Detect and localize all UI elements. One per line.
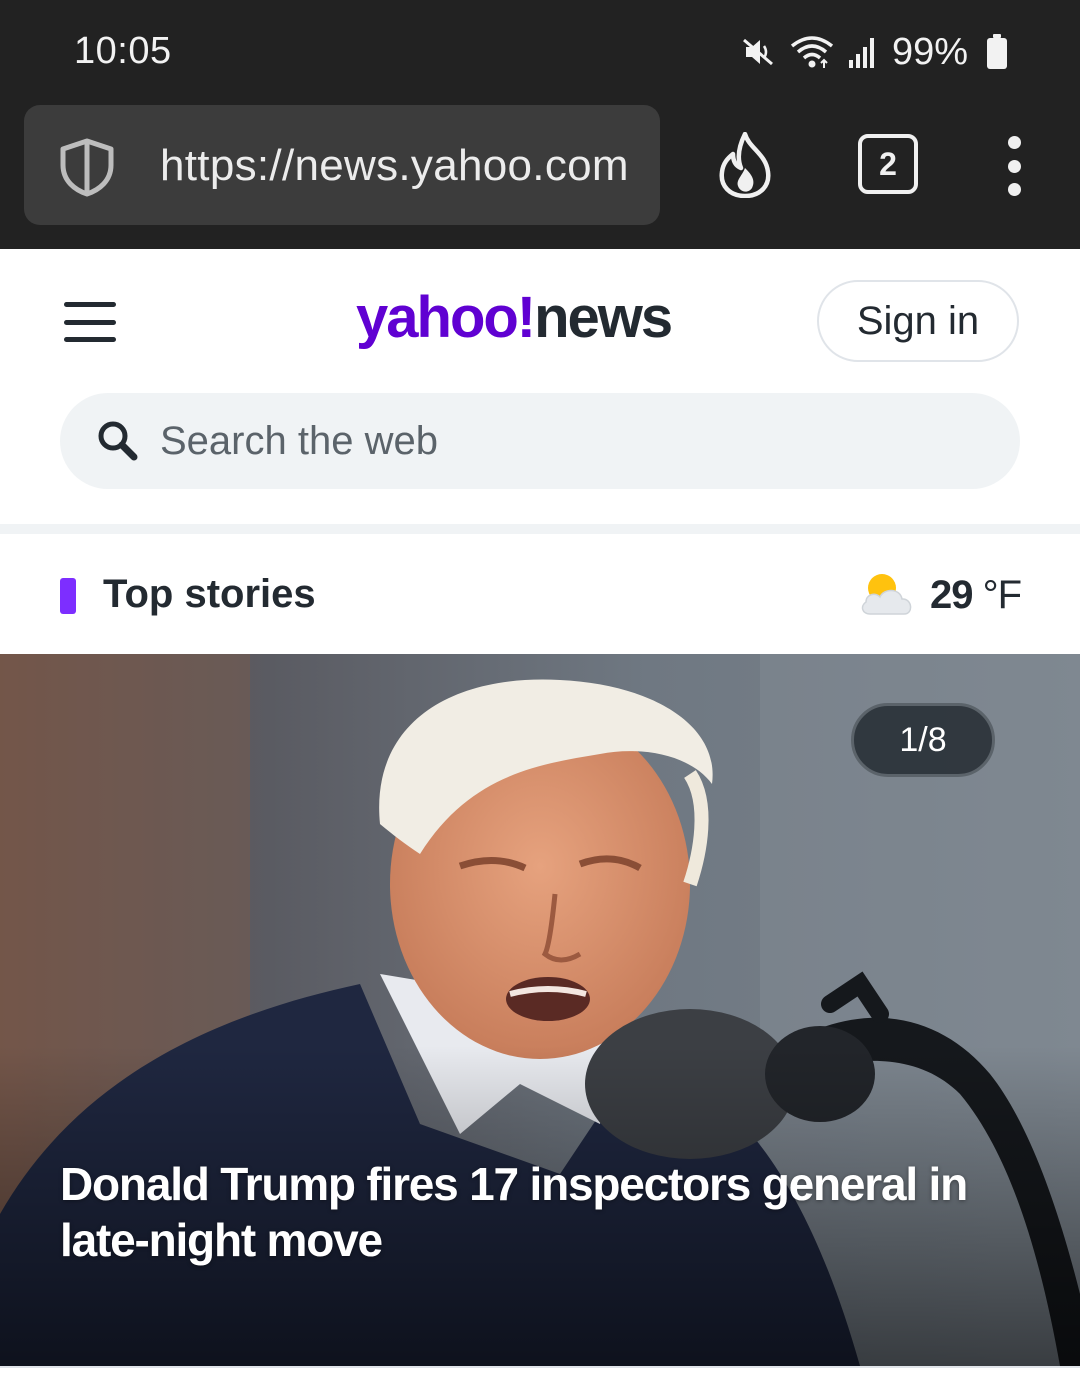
section-divider — [0, 524, 1080, 534]
status-icons: 99% — [740, 30, 1008, 74]
tab-count: 2 — [879, 145, 897, 182]
sign-in-button[interactable]: Sign in — [817, 280, 1019, 362]
battery-icon — [986, 34, 1008, 70]
logo-news: news — [534, 285, 673, 350]
yahoo-news-logo[interactable]: yahoo!news — [356, 284, 673, 351]
status-time: 10:05 — [74, 30, 172, 72]
bottom-divider — [0, 1366, 1080, 1387]
more-icon[interactable] — [1002, 136, 1026, 196]
temperature: 29 °F — [930, 573, 1022, 618]
signal-icon — [848, 36, 878, 68]
slide-counter: 1/8 — [851, 703, 995, 777]
tabs-button[interactable]: 2 — [858, 134, 918, 194]
wifi-icon — [790, 34, 834, 70]
hamburger-icon[interactable] — [64, 302, 116, 342]
search-icon[interactable] — [96, 419, 140, 468]
battery-percent: 99% — [891, 30, 968, 73]
temperature-unit: °F — [982, 573, 1022, 617]
browser-chrome: 10:05 99% https://news.yahoo.com 2 — [0, 0, 1080, 249]
logo-yahoo: yahoo! — [356, 285, 536, 350]
mute-icon — [740, 34, 776, 70]
weather-widget[interactable]: 29 °F — [858, 568, 1022, 623]
fire-icon[interactable] — [716, 131, 774, 203]
url-bar[interactable]: https://news.yahoo.com — [24, 105, 660, 225]
shield-icon[interactable] — [56, 137, 118, 202]
story-headline[interactable]: Donald Trump fires 17 inspectors general… — [60, 1156, 1050, 1268]
section-accent-bar — [60, 578, 76, 614]
section-title: Top stories — [103, 572, 316, 616]
temperature-value: 29 — [930, 573, 973, 617]
partly-cloudy-icon — [858, 568, 916, 623]
url-text[interactable]: https://news.yahoo.com — [160, 141, 644, 191]
search-bar[interactable] — [60, 393, 1020, 489]
search-input[interactable] — [160, 411, 980, 471]
